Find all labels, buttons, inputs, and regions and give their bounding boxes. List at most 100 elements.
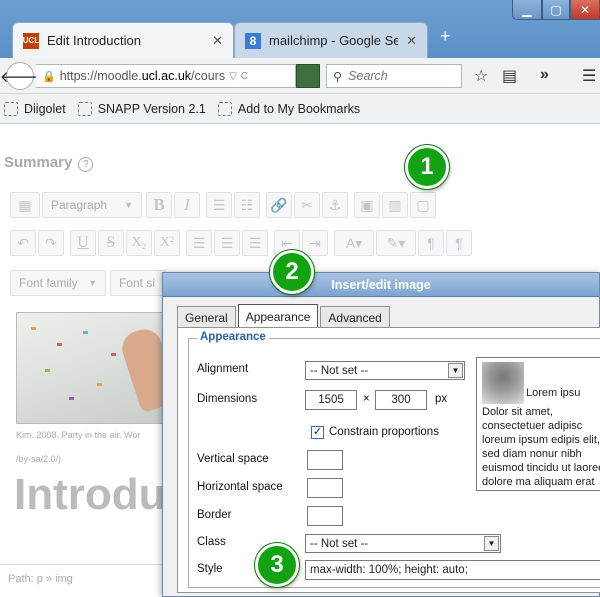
anchor-icon[interactable]: ⚓ <box>322 192 348 218</box>
lock-icon: 🔒 <box>42 70 56 83</box>
reload-icon[interactable]: C <box>241 71 248 82</box>
feedly-extension-icon[interactable] <box>296 64 320 88</box>
search-icon: ⚲ <box>333 69 343 84</box>
back-button[interactable]: 🡐 <box>0 62 40 90</box>
overflow-chevron-icon[interactable]: » <box>540 66 549 84</box>
unlink-icon[interactable]: ✂ <box>294 192 320 218</box>
chevron-down-icon[interactable]: ▼ <box>448 363 463 378</box>
class-value: -- Not set -- <box>310 537 369 550</box>
redo-icon[interactable]: ↷ <box>38 230 64 256</box>
vertical-space-input[interactable] <box>307 450 343 470</box>
font-family-select[interactable]: Font family ▼ <box>10 270 106 296</box>
new-tab-button[interactable]: + <box>440 26 451 47</box>
tab-edit-introduction[interactable]: UCL Edit Introduction ✕ <box>12 22 234 58</box>
underline-button[interactable]: U <box>70 230 96 256</box>
url-bar[interactable]: 🔒 https://moodle. ucl.ac.uk/cours ▽ C <box>36 64 296 88</box>
tab-advanced[interactable]: Advanced <box>320 306 390 328</box>
bullet-list-icon[interactable]: ☰ <box>206 192 232 218</box>
google-favicon-icon: 8 <box>245 32 261 49</box>
numbered-list-icon[interactable]: ☷ <box>234 192 260 218</box>
editor-toolbar-row-3: Font family ▼ Font si <box>10 268 170 298</box>
callout-marker-2: 2 <box>270 250 314 294</box>
url-dropdown-icon[interactable]: ▽ <box>229 71 237 82</box>
editor-content-area[interactable]: Kim. 2008. Party in the air. Wor /by-sa/… <box>10 308 170 578</box>
editor-toolbar-row-2: ↶ ↷ U S X₂ X² ☰ ☰ ☰ ⇤ ⇥ A▾ ✎▾ ¶ ¶ <box>10 228 474 258</box>
format-select[interactable]: Paragraph ▼ <box>42 192 142 218</box>
bookmark-label: Add to My Bookmarks <box>237 101 361 116</box>
reading-list-icon[interactable]: ▤ <box>502 66 517 86</box>
tab-mailchimp-search[interactable]: 8 mailchimp - Google Se... ✕ <box>234 22 428 58</box>
text-color-icon[interactable]: A▾ <box>334 230 374 256</box>
undo-icon[interactable]: ↶ <box>10 230 36 256</box>
search-input[interactable]: ⚲ Search <box>326 64 462 88</box>
alignment-value: -- Not set -- <box>310 364 369 377</box>
align-left-icon[interactable]: ☰ <box>186 230 212 256</box>
superscript-button[interactable]: X² <box>154 230 180 256</box>
insert-edit-image-dialog: Insert/edit image General Appearance Adv… <box>162 272 600 597</box>
tab-close-icon[interactable]: ✕ <box>406 33 417 49</box>
summary-label: Summary? <box>4 154 94 172</box>
bookmark-page-icon <box>217 101 232 116</box>
url-domain: ucl.ac.uk <box>141 69 192 83</box>
class-label: Class <box>197 536 226 548</box>
style-input[interactable]: max-width: 100%; height: auto; <box>305 560 600 580</box>
close-window-button[interactable]: ✕ <box>570 0 600 20</box>
height-input[interactable]: 300 <box>375 390 427 410</box>
tab-general[interactable]: General <box>177 306 236 328</box>
help-icon[interactable]: ? <box>78 157 94 172</box>
paste-icon[interactable]: ▢ <box>410 192 436 218</box>
background-color-icon[interactable]: ✎▾ <box>376 230 416 256</box>
border-input[interactable] <box>307 506 343 526</box>
font-size-select[interactable]: Font si <box>110 270 166 296</box>
bookmark-star-icon[interactable]: ☆ <box>474 66 488 86</box>
image-icon[interactable]: ▣ <box>354 192 380 218</box>
alignment-label: Alignment <box>197 363 249 375</box>
bookmark-diigolet[interactable]: Diigolet <box>4 101 66 116</box>
italic-button[interactable]: I <box>174 192 200 218</box>
bookmarks-bar: Diigolet SNAPP Version 2.1 Add to My Boo… <box>0 94 600 124</box>
width-input[interactable]: 1505 <box>305 390 357 410</box>
strikethrough-button[interactable]: S <box>98 230 124 256</box>
horizontal-space-label: Horizontal space <box>197 481 283 493</box>
link-icon[interactable]: 🔗 <box>266 192 292 218</box>
bookmark-page-icon <box>4 101 18 116</box>
align-right-icon[interactable]: ☰ <box>242 230 268 256</box>
subscript-button[interactable]: X₂ <box>126 230 152 256</box>
menu-icon[interactable]: ☰ <box>582 66 596 86</box>
maximize-button[interactable]: ▢ <box>542 0 570 20</box>
media-icon[interactable]: ▥ <box>382 192 408 218</box>
editor-toolbar-row-1: ▦ Paragraph ▼ B I ☰ ☷ 🔗 ✂ ⚓ ▣ ▥ ▢ <box>10 190 438 220</box>
tab-close-icon[interactable]: ✕ <box>212 33 223 49</box>
vertical-space-label: Vertical space <box>197 453 269 465</box>
tab-title: mailchimp - Google Se... <box>269 33 399 48</box>
ltr-icon[interactable]: ¶ <box>418 230 444 256</box>
bookmark-label: SNAPP Version 2.1 <box>97 101 206 116</box>
url-suffix: /cours <box>191 69 226 83</box>
bookmark-add-to-my-bookmarks[interactable]: Add to My Bookmarks <box>217 101 361 116</box>
times-sign: × <box>363 393 370 405</box>
url-prefix: https://moodle. <box>59 69 142 83</box>
bold-button[interactable]: B <box>146 192 172 218</box>
alignment-select[interactable]: -- Not set -- ▼ <box>305 361 465 380</box>
chevron-down-icon[interactable]: ▼ <box>484 536 499 551</box>
bookmark-snapp[interactable]: SNAPP Version 2.1 <box>77 101 206 116</box>
indent-icon[interactable]: ⇥ <box>302 230 328 256</box>
tab-appearance[interactable]: Appearance <box>237 304 319 328</box>
toolbar-toggle-icon[interactable]: ▦ <box>10 192 40 218</box>
navigation-bar: 🡐 🔒 https://moodle. ucl.ac.uk/cours ▽ C ⚲… <box>0 58 600 94</box>
image-credit: Kim. 2008. Party in the air. Wor <box>16 430 141 440</box>
class-select[interactable]: -- Not set -- ▼ <box>305 534 501 553</box>
align-center-icon[interactable]: ☰ <box>214 230 240 256</box>
callout-marker-3: 3 <box>255 543 299 587</box>
fieldset-legend: Appearance <box>197 331 269 343</box>
introduction-heading: Introdu <box>14 470 166 519</box>
rtl-icon[interactable]: ¶ <box>446 230 472 256</box>
tab-title: Edit Introduction <box>47 33 141 48</box>
unit-label: px <box>435 393 448 405</box>
party-image[interactable] <box>16 312 166 424</box>
minimize-button[interactable]: ▁ <box>512 0 542 20</box>
callout-marker-1: 1 <box>405 145 449 189</box>
constrain-checkbox[interactable]: ✓ <box>311 426 324 439</box>
horizontal-space-input[interactable] <box>307 478 343 498</box>
back-arrow-icon: 🡐 <box>0 68 41 86</box>
